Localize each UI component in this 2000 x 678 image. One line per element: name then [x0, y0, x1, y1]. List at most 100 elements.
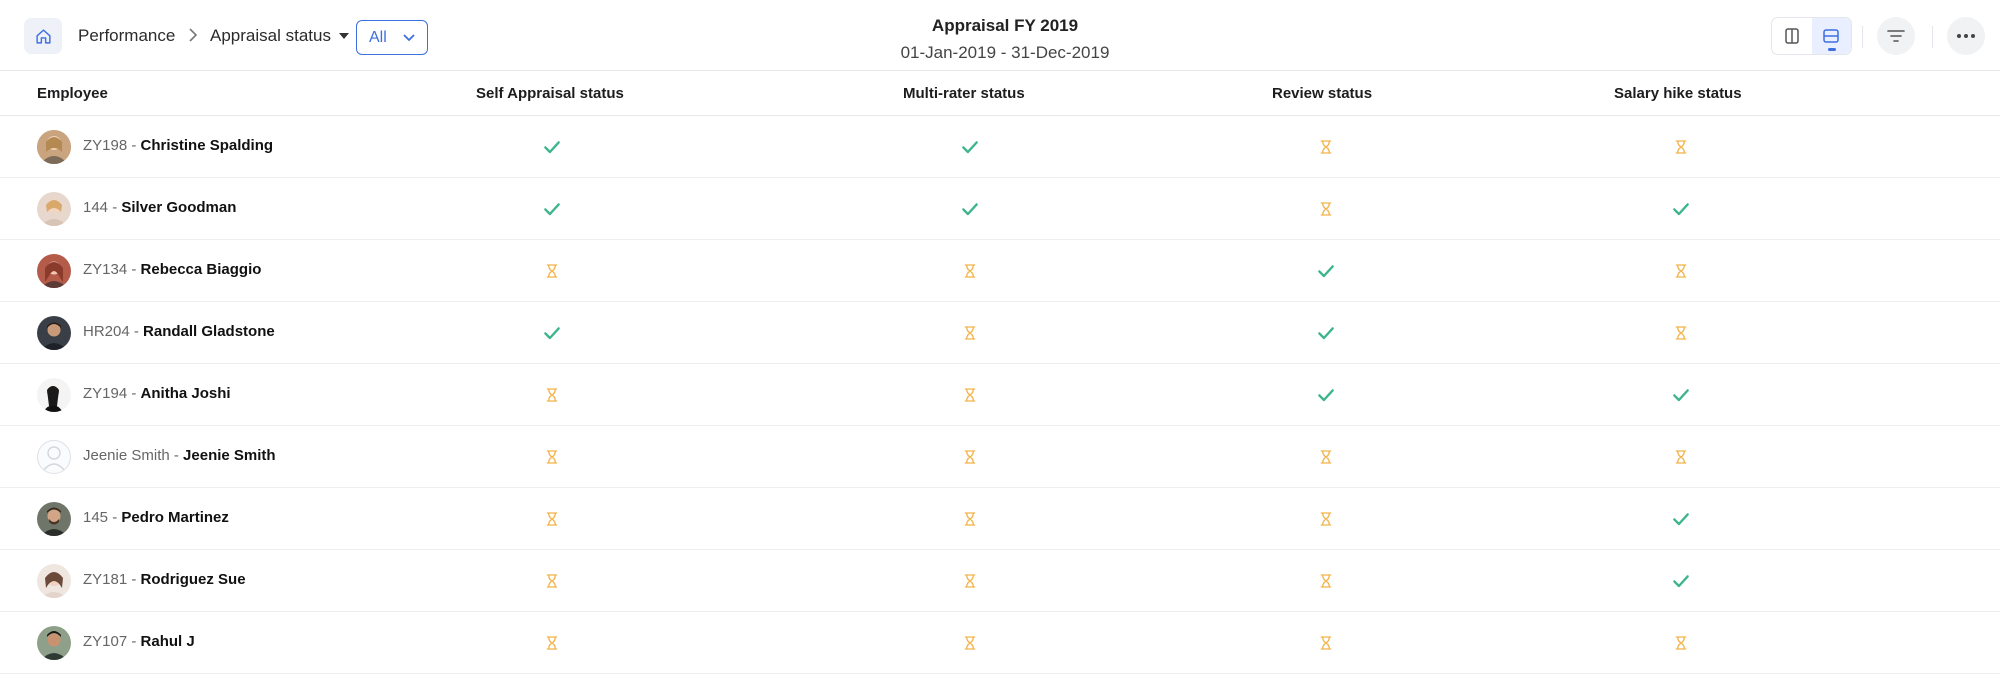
hourglass-icon	[964, 574, 976, 588]
self-appraisal-status	[540, 507, 564, 531]
employee-name[interactable]: Jeenie Smith - Jeenie Smith	[83, 447, 276, 464]
avatar	[37, 626, 71, 660]
table-row[interactable]: HR204 - Randall Gladstone	[0, 302, 2000, 364]
check-icon	[544, 203, 560, 216]
hourglass-icon	[546, 512, 558, 526]
salary-hike-status	[1669, 321, 1693, 345]
employee-name[interactable]: 144 - Silver Goodman	[83, 199, 236, 216]
filter-select[interactable]: All	[356, 20, 428, 55]
hourglass-icon	[964, 636, 976, 650]
check-icon	[544, 327, 560, 340]
employee-name[interactable]: ZY198 - Christine Spalding	[83, 137, 273, 154]
avatar	[37, 564, 71, 598]
check-icon	[544, 141, 560, 154]
column-header-salary-hike[interactable]: Salary hike status	[1614, 85, 1742, 102]
hourglass-icon	[1675, 636, 1687, 650]
avatar	[37, 192, 71, 226]
multi-rater-status	[958, 383, 982, 407]
column-header-employee[interactable]: Employee	[37, 85, 108, 102]
view-toggle	[1771, 17, 1852, 55]
review-status	[1314, 197, 1338, 221]
filter-button[interactable]	[1877, 17, 1915, 55]
more-options-button[interactable]	[1947, 17, 1985, 55]
hourglass-icon	[1320, 512, 1332, 526]
table-row[interactable]: ZY194 - Anitha Joshi	[0, 364, 2000, 426]
hourglass-icon	[1675, 450, 1687, 464]
self-appraisal-status	[540, 383, 564, 407]
hourglass-icon	[1675, 326, 1687, 340]
self-appraisal-status	[540, 569, 564, 593]
toolbar-divider	[1932, 26, 1933, 48]
salary-hike-status	[1669, 259, 1693, 283]
hourglass-icon	[964, 388, 976, 402]
table-row[interactable]: 145 - Pedro Martinez	[0, 488, 2000, 550]
check-icon	[1673, 389, 1689, 402]
multi-rater-status	[958, 507, 982, 531]
hourglass-icon	[1320, 202, 1332, 216]
review-status	[1314, 631, 1338, 655]
hourglass-icon	[546, 264, 558, 278]
self-appraisal-status	[540, 445, 564, 469]
appraisal-status-label: Appraisal status	[210, 26, 331, 45]
rows-icon	[1823, 29, 1839, 43]
home-button[interactable]	[24, 18, 62, 54]
column-header-multi-rater[interactable]: Multi-rater status	[903, 85, 1025, 102]
employee-name[interactable]: ZY194 - Anitha Joshi	[83, 385, 231, 402]
review-status	[1314, 321, 1338, 345]
self-appraisal-status	[540, 631, 564, 655]
filter-select-value: All	[369, 28, 387, 46]
column-view-button[interactable]	[1772, 18, 1812, 54]
hourglass-icon	[964, 264, 976, 278]
hourglass-icon	[1675, 140, 1687, 154]
hourglass-icon	[964, 450, 976, 464]
avatar	[37, 316, 71, 350]
table-row[interactable]: Jeenie Smith - Jeenie Smith	[0, 426, 2000, 488]
employee-name[interactable]: 145 - Pedro Martinez	[83, 509, 229, 526]
table-row[interactable]: ZY134 - Rebecca Biaggio	[0, 240, 2000, 302]
review-status	[1314, 259, 1338, 283]
hourglass-icon	[546, 574, 558, 588]
salary-hike-status	[1669, 445, 1693, 469]
self-appraisal-status	[540, 197, 564, 221]
check-icon	[1673, 575, 1689, 588]
table-header: Employee Self Appraisal status Multi-rat…	[0, 71, 2000, 116]
breadcrumb-performance[interactable]: Performance	[78, 26, 175, 46]
employee-name[interactable]: ZY107 - Rahul J	[83, 633, 195, 650]
avatar	[37, 502, 71, 536]
more-icon	[1957, 34, 1975, 38]
hourglass-icon	[1320, 574, 1332, 588]
multi-rater-status	[958, 631, 982, 655]
hourglass-icon	[546, 388, 558, 402]
employee-name[interactable]: HR204 - Randall Gladstone	[83, 323, 275, 340]
toolbar-divider	[1862, 26, 1863, 48]
review-status	[1314, 569, 1338, 593]
multi-rater-status	[958, 321, 982, 345]
employee-name[interactable]: ZY134 - Rebecca Biaggio	[83, 261, 261, 278]
appraisal-status-dropdown[interactable]: Appraisal status	[210, 26, 349, 46]
employee-name[interactable]: ZY181 - Rodriguez Sue	[83, 571, 246, 588]
hourglass-icon	[1320, 450, 1332, 464]
salary-hike-status	[1669, 569, 1693, 593]
avatar	[37, 130, 71, 164]
hourglass-icon	[964, 326, 976, 340]
multi-rater-status	[958, 259, 982, 283]
avatar-placeholder	[37, 440, 71, 474]
salary-hike-status	[1669, 197, 1693, 221]
column-header-self-appraisal[interactable]: Self Appraisal status	[476, 85, 624, 102]
table-row[interactable]: 144 - Silver Goodman	[0, 178, 2000, 240]
filter-icon	[1887, 30, 1905, 42]
row-view-button[interactable]	[1811, 18, 1851, 54]
review-status	[1314, 383, 1338, 407]
caret-down-icon	[338, 33, 349, 39]
table-row[interactable]: ZY107 - Rahul J	[0, 612, 2000, 674]
table-row[interactable]: ZY198 - Christine Spalding	[0, 116, 2000, 178]
table-row[interactable]: ZY181 - Rodriguez Sue	[0, 550, 2000, 612]
review-status	[1314, 135, 1338, 159]
self-appraisal-status	[540, 321, 564, 345]
review-status	[1314, 445, 1338, 469]
column-header-review[interactable]: Review status	[1272, 85, 1372, 102]
hourglass-icon	[1675, 264, 1687, 278]
hourglass-icon	[546, 450, 558, 464]
salary-hike-status	[1669, 135, 1693, 159]
chevron-right-icon	[188, 28, 198, 47]
